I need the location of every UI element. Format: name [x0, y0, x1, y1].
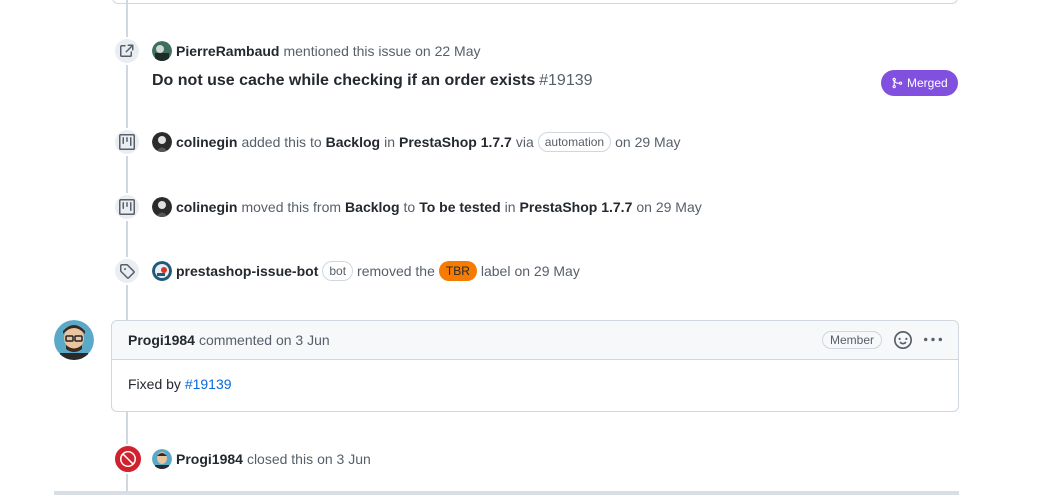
event-date-link[interactable]: on 29 May [636, 199, 701, 215]
timeline-line [126, 0, 128, 495]
project-name-link[interactable]: PrestaShop 1.7.7 [520, 199, 633, 215]
event-text: in [384, 134, 395, 150]
event-text: to [403, 199, 416, 215]
added-to-project-event: colinegin added this to Backlog in Prest… [152, 132, 680, 152]
avatar[interactable] [152, 261, 172, 281]
avatar[interactable] [152, 132, 172, 152]
tbr-label-badge[interactable]: TBR [438, 261, 477, 281]
event-text: label [480, 263, 511, 279]
referenced-pr-title[interactable]: Do not use cache while checking if an or… [152, 72, 535, 89]
skip-circle-icon [113, 444, 143, 474]
event-actor-link[interactable]: PierreRambaud [176, 43, 279, 59]
comment-box: Progi1984 commented on 3 Jun Member Fixe… [111, 320, 959, 412]
from-column-name: Backlog [345, 199, 400, 215]
project-icon [113, 128, 141, 156]
tag-icon [113, 257, 141, 285]
closed-event: Progi1984 closed this on 3 Jun [152, 448, 371, 470]
event-text: removed the [357, 263, 435, 279]
previous-comment-box-edge [112, 0, 958, 4]
mention-event-line: PierreRambaud mentioned this issue on 22… [152, 41, 481, 61]
comment-header: Progi1984 commented on 3 Jun Member [112, 321, 958, 360]
event-date-link[interactable]: on 3 Jun [317, 451, 371, 467]
cross-reference-icon [113, 37, 141, 65]
event-date-link[interactable]: on 29 May [615, 134, 680, 150]
merged-status-badge: Merged [881, 70, 958, 96]
avatar[interactable] [152, 41, 172, 61]
comment-body: Fixed by #19139 [112, 360, 958, 408]
event-text: in [504, 199, 516, 215]
moved-in-project-event: colinegin moved this from Backlog to To … [152, 197, 702, 217]
event-actor-link[interactable]: colinegin [176, 134, 237, 150]
event-text: closed this [246, 451, 314, 467]
bot-badge: bot [322, 261, 354, 281]
avatar[interactable] [152, 197, 172, 217]
automation-badge: automation [537, 132, 612, 152]
member-badge: Member [821, 331, 882, 349]
referenced-pr-number[interactable]: #19139 [539, 72, 592, 89]
project-column-name: Backlog [325, 134, 381, 150]
comment-pr-link[interactable]: #19139 [185, 376, 232, 392]
comment-body-text: Fixed by [128, 376, 181, 392]
event-actor-link[interactable]: colinegin [176, 199, 237, 215]
event-actor-link[interactable]: Progi1984 [176, 451, 243, 467]
project-icon [113, 193, 141, 221]
comment-meta-link[interactable]: commented on 3 Jun [199, 332, 330, 348]
to-column-name: To be tested [419, 199, 501, 215]
referenced-pr[interactable]: Do not use cache while checking if an or… [152, 72, 593, 90]
merged-status-label: Merged [907, 76, 948, 90]
smiley-icon[interactable] [894, 331, 912, 349]
event-actor-link[interactable]: prestashop-issue-bot [176, 263, 318, 279]
event-date-link[interactable]: on 29 May [514, 263, 579, 279]
project-name-link[interactable]: PrestaShop 1.7.7 [399, 134, 512, 150]
avatar[interactable] [152, 449, 172, 469]
event-date-link[interactable]: on 22 May [415, 43, 480, 59]
kebab-horizontal-icon[interactable] [924, 331, 942, 349]
comment-author-link[interactable]: Progi1984 [128, 332, 195, 348]
event-text: via [515, 134, 534, 150]
git-merge-icon [892, 77, 903, 89]
label-removed-event: prestashop-issue-bot bot removed the TBR… [152, 260, 580, 282]
event-action-text: mentioned this issue [283, 43, 412, 59]
event-text: added this to [241, 134, 322, 150]
timeline-end-divider [54, 491, 959, 495]
avatar[interactable] [54, 320, 94, 360]
event-text: moved this from [241, 199, 342, 215]
